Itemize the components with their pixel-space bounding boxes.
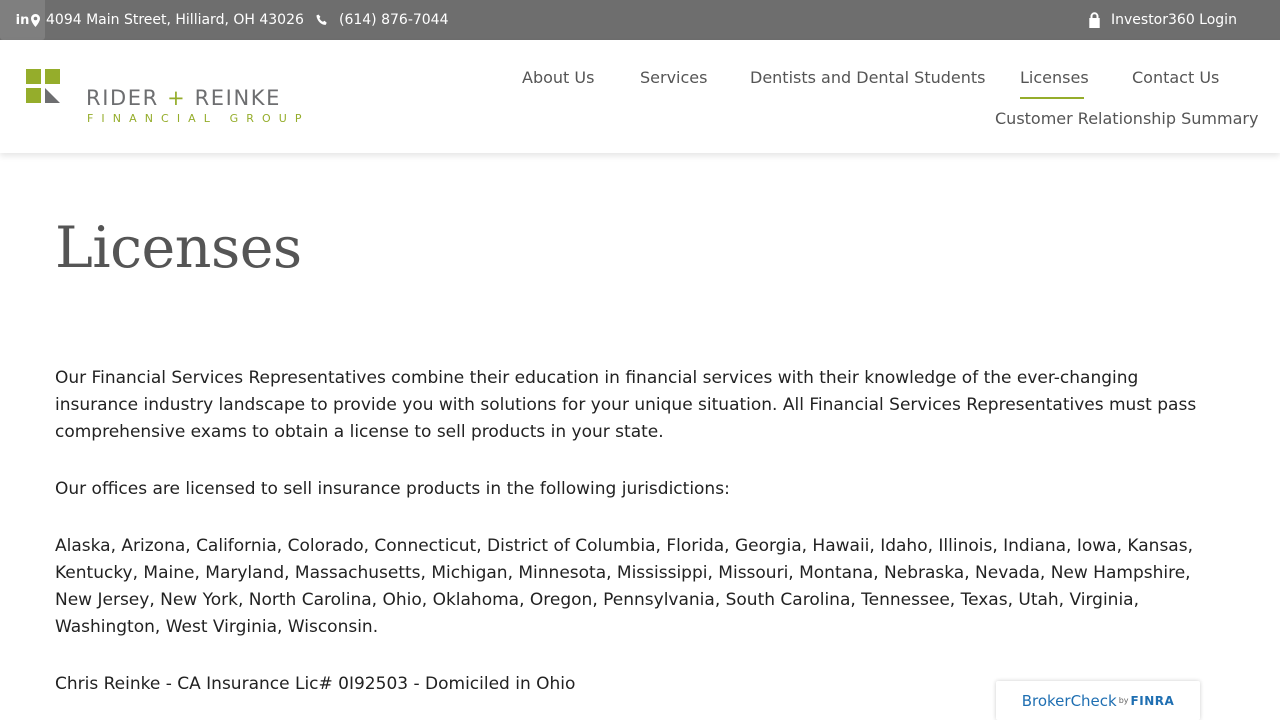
nav-item-customer-relationship-summary[interactable]: Customer Relationship Summary xyxy=(995,109,1258,128)
nav-item-dentists[interactable]: Dentists and Dental Students xyxy=(750,68,985,87)
nav-active-underline xyxy=(1020,97,1084,99)
brokercheck-org: FINRA xyxy=(1130,693,1175,708)
logo-name-right: REINKE xyxy=(194,86,281,110)
logo-name: RIDER + REINKE xyxy=(86,86,281,110)
jurisdictions-heading: Our offices are licensed to sell insuran… xyxy=(55,479,730,499)
nav-item-contact-us[interactable]: Contact Us xyxy=(1132,68,1219,87)
nav-item-licenses[interactable]: Licenses xyxy=(1020,68,1089,87)
address: 4094 Main Street, Hilliard, OH 43026 xyxy=(31,0,304,40)
logo[interactable]: RIDER + REINKE FINANCIAL GROUP xyxy=(26,69,302,129)
investor360-login-link[interactable]: Investor360 Login xyxy=(1088,0,1237,40)
phone-text[interactable]: (614) 876-7044 xyxy=(339,12,449,28)
nav-item-about-us[interactable]: About Us xyxy=(522,68,594,87)
logo-square xyxy=(26,88,41,103)
lock-icon xyxy=(1088,12,1101,28)
intro-paragraph: Our Financial Services Representatives c… xyxy=(55,368,1197,442)
logo-name-plus: + xyxy=(167,86,187,110)
brokercheck-by: by xyxy=(1118,696,1129,705)
page-title: Licenses xyxy=(55,215,302,281)
nav-item-services[interactable]: Services xyxy=(640,68,707,87)
brokercheck-brand: BrokerCheck xyxy=(1021,691,1117,710)
address-text: 4094 Main Street, Hilliard, OH 43026 xyxy=(46,12,304,28)
top-bar: 4094 Main Street, Hilliard, OH 43026 (61… xyxy=(0,0,1280,80)
jurisdictions-list: Alaska, Arizona, California, Colorado, C… xyxy=(55,536,1193,637)
login-label[interactable]: Investor360 Login xyxy=(1111,12,1237,28)
logo-square xyxy=(45,69,60,84)
brokercheck-badge[interactable]: BrokerCheck by FINRA xyxy=(996,681,1200,720)
logo-subtitle: FINANCIAL GROUP xyxy=(87,112,310,125)
site-header: RIDER + REINKE FINANCIAL GROUP About Us … xyxy=(0,40,1280,153)
phone[interactable]: (614) 876-7044 xyxy=(316,0,449,40)
logo-name-left: RIDER xyxy=(86,86,159,110)
logo-square xyxy=(26,69,41,84)
logo-triangle xyxy=(45,88,60,103)
phone-icon xyxy=(316,14,328,26)
map-marker-icon xyxy=(31,13,40,27)
